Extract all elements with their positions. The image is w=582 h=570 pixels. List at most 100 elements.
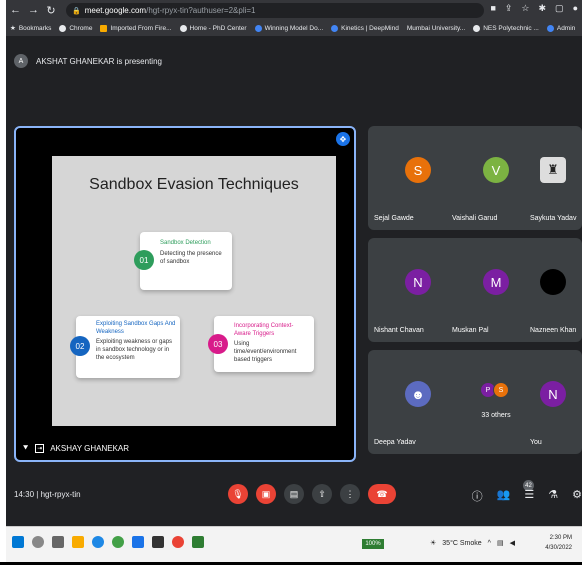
address-bar[interactable]: 🔒 meet.google.com /hgt-rpyx-tin?authuser… — [66, 3, 484, 18]
edge-icon[interactable] — [92, 536, 104, 548]
bookmark-item[interactable]: Winning Model Do... — [254, 24, 323, 32]
card-body: Exploiting weakness or gaps in sandbox t… — [96, 339, 173, 361]
mic-off-button[interactable]: 🎙 — [228, 484, 248, 504]
folder-icon — [100, 24, 108, 32]
doc-icon — [254, 24, 262, 32]
windows-taskbar: 100% ☀ 35°C Smoke ^ ▤ ◀ 2:30 PM 4/30/202… — [6, 526, 582, 562]
participant-name: Vaishali Garud — [452, 215, 498, 222]
deepmind-icon — [331, 24, 339, 32]
volume-icon[interactable]: ◀ — [510, 539, 515, 547]
self-tile[interactable]: N You — [524, 350, 582, 454]
share-icon[interactable]: ⇪ — [505, 3, 513, 14]
bookmarks-bar: ★ Bookmarks Chrome Imported From Fire... … — [6, 20, 582, 36]
card-body: Using time/event/environment based trigg… — [234, 341, 297, 363]
card-body: Detecting the presence of sandbox — [160, 251, 222, 265]
network-icon[interactable]: ▤ — [497, 539, 504, 547]
tile-options-icon[interactable]: ✥ — [336, 132, 350, 146]
weather-text[interactable]: 35°C Smoke — [442, 540, 481, 547]
clock-time: 2:30 PM — [549, 535, 572, 541]
lock-icon[interactable]: ⚙ — [572, 488, 582, 504]
meeting-info: 14:30 | hgt-rpyx-tin — [14, 490, 81, 499]
card-number: 02 — [70, 336, 90, 356]
participant-name: Muskan Pal — [452, 327, 489, 334]
participant-name: Deepa Yadav — [374, 439, 416, 446]
pin-icon[interactable]: ⯆ — [22, 443, 29, 454]
others-avatars: P S — [480, 382, 509, 398]
back-icon[interactable]: ← — [10, 4, 21, 16]
info-icon[interactable]: ⓘ — [472, 488, 483, 504]
chat-icon[interactable]: ☰ — [524, 488, 534, 504]
bookmark-item[interactable]: Kinetics | DeepMind — [331, 24, 399, 32]
weather-icon: ☀ — [430, 540, 437, 547]
slide-card-03: 03 Incorporating Context-Aware Triggers … — [208, 316, 314, 372]
excel-icon[interactable] — [192, 536, 204, 548]
bookmark-item[interactable]: NES Polytechnic ... — [473, 24, 539, 32]
chrome-icon[interactable] — [112, 536, 124, 548]
bookmark-item[interactable]: Imported From Fire... — [100, 24, 172, 32]
side-controls: ⓘ 👥 ☰ ⚗ ⚙ — [472, 488, 582, 504]
task-view-icon[interactable] — [52, 536, 64, 548]
profile-icon[interactable]: ● — [573, 3, 578, 14]
avatar — [540, 269, 566, 295]
present-icon: ⇥ — [35, 444, 45, 453]
browser-chrome: ← → ↻ ⌂ 🔒 meet.google.com /hgt-rpyx-tin?… — [6, 0, 582, 36]
screen: ← → ↻ ⌂ 🔒 meet.google.com /hgt-rpyx-tin?… — [6, 0, 582, 570]
clock-date: 4/30/2022 — [545, 545, 572, 551]
clock[interactable]: 2:30 PM 4/30/2022 — [545, 533, 572, 553]
presenting-banner: A AKSHAT GHANEKAR is presenting — [14, 50, 574, 72]
present-button[interactable]: ⇧ — [312, 484, 332, 504]
avatar: N — [405, 269, 431, 295]
card-title: Exploiting Sandbox Gaps And Weakness — [96, 321, 176, 335]
reload-icon[interactable]: ↻ — [46, 4, 56, 17]
bookmark-item[interactable]: Chrome — [59, 24, 92, 32]
avatar-photo: ☻ — [405, 381, 431, 407]
participant-name: Saykuta Yadav — [530, 215, 577, 222]
star-icon: ★ — [10, 25, 16, 32]
windows-start-icon[interactable] — [12, 536, 24, 548]
bookmark-item[interactable]: Admin — [546, 24, 575, 32]
url-path: /hgt-rpyx-tin?authuser=2&pli=1 — [146, 6, 256, 15]
bookmark-item[interactable]: Mumbai University... — [407, 25, 465, 32]
captions-button[interactable]: ▤ — [284, 484, 304, 504]
tray-arrow-icon[interactable]: ^ — [488, 540, 491, 547]
more-options-button[interactable]: ⋮ — [340, 484, 360, 504]
camera-off-button[interactable]: ▣ — [256, 484, 276, 504]
bottom-border — [0, 562, 582, 565]
forward-icon[interactable]: → — [28, 4, 39, 16]
window-icon[interactable]: ▢ — [555, 3, 564, 14]
browser-icon[interactable] — [172, 536, 184, 548]
presenter-label: ⯆ ⇥ AKSHAY GHANEKAR — [22, 443, 129, 454]
camera-icon[interactable]: ■ — [490, 3, 495, 14]
admin-icon — [546, 24, 554, 32]
presenter-avatar: A — [14, 54, 28, 68]
participant-grid: ⁝ S Sejal Gawde ⁝ V Vaishali Garud ♜ Say… — [368, 126, 582, 462]
bookmark-item[interactable]: Home - PhD Center — [179, 24, 247, 32]
globe-icon — [179, 24, 187, 32]
lock-icon: 🔒 — [72, 7, 81, 15]
avatar: S — [405, 157, 431, 183]
globe-icon — [473, 24, 481, 32]
star-icon[interactable]: ☆ — [521, 3, 529, 14]
taskbar-apps — [12, 536, 204, 548]
search-icon[interactable] — [32, 536, 44, 548]
avatar: M — [483, 269, 509, 295]
avatar-photo: ♜ — [540, 157, 566, 183]
slide-card-01: 01 Sandbox Detection Detecting the prese… — [134, 232, 232, 290]
extensions-icon[interactable]: ✱ — [539, 3, 547, 14]
app-icon[interactable] — [152, 536, 164, 548]
activities-icon[interactable]: ⚗ — [548, 488, 558, 504]
chrome-icon — [59, 24, 67, 32]
participant-name: You — [530, 439, 542, 446]
people-icon[interactable]: 👥 — [497, 488, 511, 504]
participant-tile[interactable]: Nazneen Khan — [524, 238, 582, 342]
leave-call-button[interactable]: ☎ — [368, 484, 396, 504]
browser-actions: ■ ⇪ ☆ ✱ ▢ ● — [490, 3, 578, 14]
participant-tile[interactable]: ♜ Saykuta Yadav — [524, 126, 582, 230]
presentation-tile[interactable]: Sandbox Evasion Techniques 01 Sandbox De… — [14, 126, 356, 462]
control-buttons: 🎙 ▣ ▤ ⇧ ⋮ ☎ — [228, 484, 396, 504]
bookmark-item[interactable]: ★ Bookmarks — [10, 24, 51, 33]
file-explorer-icon[interactable] — [72, 536, 84, 548]
card-number: 01 — [134, 250, 154, 270]
word-icon[interactable] — [132, 536, 144, 548]
url-host: meet.google.com — [84, 6, 147, 15]
